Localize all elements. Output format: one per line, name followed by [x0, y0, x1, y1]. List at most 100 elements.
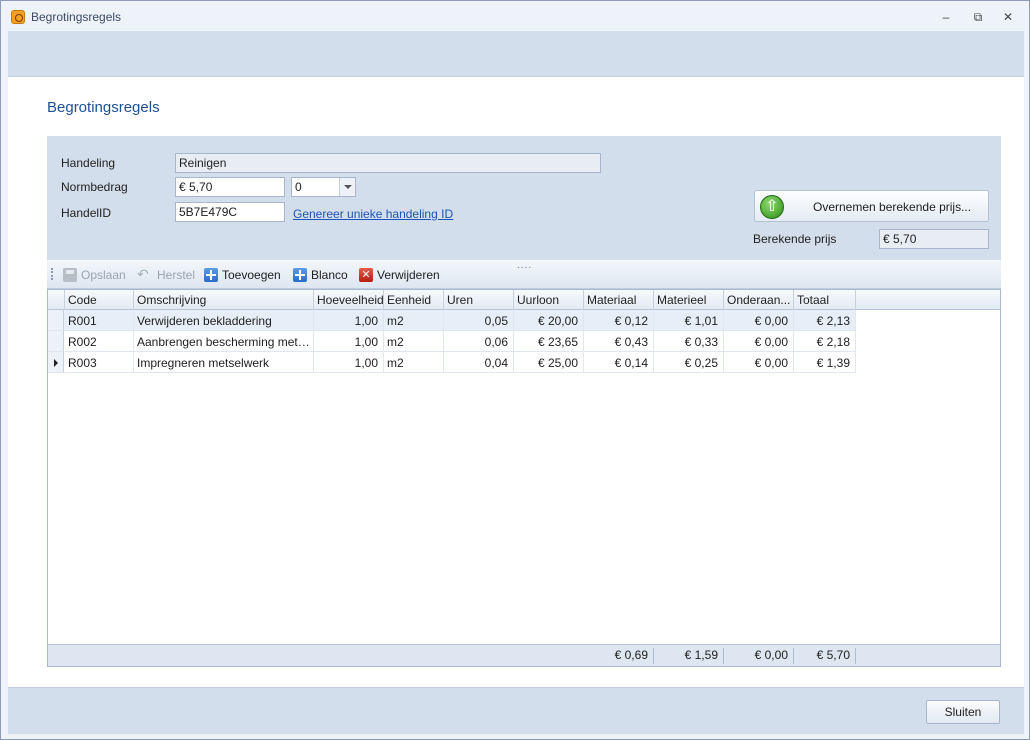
table-row[interactable]: R003 Impregneren metselwerk 1,00 m2 0,04…	[48, 352, 856, 373]
handeling-label: Handeling	[61, 156, 116, 170]
sum-materieel: € 1,59	[654, 648, 724, 664]
cell-totaal[interactable]: € 2,13	[794, 310, 856, 331]
close-window-button[interactable]: ✕	[995, 7, 1021, 27]
cell-onderaanneming[interactable]: € 0,00	[724, 331, 794, 352]
title-bar: Begrotingsregels ‒ ⧉ ✕	[1, 1, 1029, 31]
app-icon	[11, 10, 25, 24]
footer-band: Sluiten	[8, 687, 1024, 734]
col-code[interactable]: Code	[65, 290, 134, 310]
berekende-prijs-label: Berekende prijs	[753, 232, 837, 246]
cell-onderaanneming[interactable]: € 0,00	[724, 310, 794, 331]
opslaan-label: Opslaan	[81, 268, 126, 282]
cell-hoeveelheid[interactable]: 1,00	[314, 310, 384, 331]
toevoegen-button[interactable]: Toevoegen	[204, 266, 281, 284]
cell-eenheid[interactable]: m2	[384, 352, 444, 373]
row-indicator[interactable]	[48, 331, 64, 352]
current-row-arrow-icon[interactable]	[48, 352, 64, 373]
cell-onderaanneming[interactable]: € 0,00	[724, 352, 794, 373]
cell-hoeveelheid[interactable]: 1,00	[314, 352, 384, 373]
col-omschrijving[interactable]: Omschrijving	[134, 290, 314, 310]
undo-icon	[137, 266, 153, 283]
cell-materiaal[interactable]: € 0,43	[584, 331, 654, 352]
cell-uren[interactable]: 0,04	[444, 352, 514, 373]
cell-materiaal[interactable]: € 0,12	[584, 310, 654, 331]
herstel-button[interactable]: Herstel	[137, 266, 195, 284]
overnemen-button[interactable]: Overnemen berekende prijs...	[754, 190, 989, 222]
table-row[interactable]: R002 Aanbrengen bescherming met pe... 1,…	[48, 331, 856, 352]
sum-totaal: € 5,70	[794, 648, 856, 664]
toolbar-grip[interactable]	[51, 268, 53, 280]
splitter-dots[interactable]: ....	[517, 260, 532, 271]
col-totaal[interactable]: Totaal	[794, 290, 856, 310]
generate-id-link[interactable]: Genereer unieke handeling ID	[293, 207, 453, 221]
normbedrag-label: Normbedrag	[61, 180, 128, 194]
restore-button[interactable]: ⧉	[965, 7, 991, 27]
window-title: Begrotingsregels	[31, 10, 122, 24]
sluiten-button[interactable]: Sluiten	[926, 700, 1000, 724]
cell-materieel[interactable]: € 0,25	[654, 352, 724, 373]
cell-totaal[interactable]: € 2,18	[794, 331, 856, 352]
cell-uurloon[interactable]: € 25,00	[514, 352, 584, 373]
col-uurloon[interactable]: Uurloon	[514, 290, 584, 310]
main-content: Begrotingsregels Handeling Reinigen Norm…	[8, 77, 1024, 687]
herstel-label: Herstel	[157, 268, 196, 282]
minimize-button[interactable]: ‒	[933, 7, 959, 27]
normbedrag-combo[interactable]: 0	[291, 177, 356, 197]
cell-materieel[interactable]: € 0,33	[654, 331, 724, 352]
verwijderen-label: Verwijderen	[377, 268, 440, 282]
grid-header: Code Omschrijving Hoeveelheid Eenheid Ur…	[48, 290, 1000, 310]
cell-materiaal[interactable]: € 0,14	[584, 352, 654, 373]
arrow-up-icon	[760, 195, 784, 219]
sum-materiaal: € 0,69	[584, 648, 654, 664]
cell-code[interactable]: R003	[65, 352, 134, 373]
cell-eenheid[interactable]: m2	[384, 331, 444, 352]
table-row[interactable]: R001 Verwijderen bekladdering 1,00 m2 0,…	[48, 310, 856, 331]
cell-omschrijving[interactable]: Aanbrengen bescherming met pe...	[134, 331, 314, 352]
save-icon	[63, 268, 77, 282]
handelid-label: HandelID	[61, 206, 112, 220]
plus-icon	[204, 268, 218, 282]
cell-materieel[interactable]: € 1,01	[654, 310, 724, 331]
opslaan-button[interactable]: Opslaan	[63, 266, 126, 284]
cell-eenheid[interactable]: m2	[384, 310, 444, 331]
page-title: Begrotingsregels	[47, 99, 160, 116]
verwijderen-button[interactable]: Verwijderen	[359, 266, 440, 284]
handeling-field[interactable]: Reinigen	[175, 153, 601, 173]
delete-icon	[359, 268, 373, 282]
cell-code[interactable]: R002	[65, 331, 134, 352]
cell-omschrijving[interactable]: Impregneren metselwerk	[134, 352, 314, 373]
col-materiaal[interactable]: Materiaal	[584, 290, 654, 310]
cell-omschrijving[interactable]: Verwijderen bekladdering	[134, 310, 314, 331]
col-hoeveelheid[interactable]: Hoeveelheid	[314, 290, 384, 310]
normbedrag-combo-value: 0	[295, 180, 302, 194]
cell-uurloon[interactable]: € 23,65	[514, 331, 584, 352]
cell-totaal[interactable]: € 1,39	[794, 352, 856, 373]
row-indicator[interactable]	[48, 310, 64, 331]
window: Begrotingsregels ‒ ⧉ ✕ Begrotingsregels …	[0, 0, 1030, 740]
form-panel: Handeling Reinigen Normbedrag € 5,70 0 H…	[47, 136, 1001, 260]
cell-uren[interactable]: 0,05	[444, 310, 514, 331]
cell-hoeveelheid[interactable]: 1,00	[314, 331, 384, 352]
col-onderaanneming[interactable]: Onderaan...	[724, 290, 794, 310]
berekende-prijs-field: € 5,70	[879, 229, 989, 249]
chevron-down-icon[interactable]	[339, 178, 355, 196]
cell-uurloon[interactable]: € 20,00	[514, 310, 584, 331]
col-uren[interactable]: Uren	[444, 290, 514, 310]
handelid-field[interactable]: 5B7E479C	[175, 202, 285, 222]
grid-summary-footer: € 0,69 € 1,59 € 0,00 € 5,70	[48, 644, 1000, 666]
blanco-button[interactable]: Blanco	[293, 266, 348, 284]
plus-icon	[293, 268, 307, 282]
blanco-label: Blanco	[311, 268, 348, 282]
grid-toolbar: .... Opslaan Herstel Toevoegen Blanco Ve…	[47, 260, 1001, 289]
normbedrag-field[interactable]: € 5,70	[175, 177, 285, 197]
overnemen-button-label: Overnemen berekende prijs...	[813, 200, 972, 214]
header-indicator	[48, 290, 65, 310]
toevoegen-label: Toevoegen	[222, 268, 281, 282]
cell-uren[interactable]: 0,06	[444, 331, 514, 352]
sum-onderaanneming: € 0,00	[724, 648, 794, 664]
header-band	[8, 31, 1024, 77]
col-eenheid[interactable]: Eenheid	[384, 290, 444, 310]
begrotingsregels-grid[interactable]: Code Omschrijving Hoeveelheid Eenheid Ur…	[47, 289, 1001, 667]
col-materieel[interactable]: Materieel	[654, 290, 724, 310]
cell-code[interactable]: R001	[65, 310, 134, 331]
